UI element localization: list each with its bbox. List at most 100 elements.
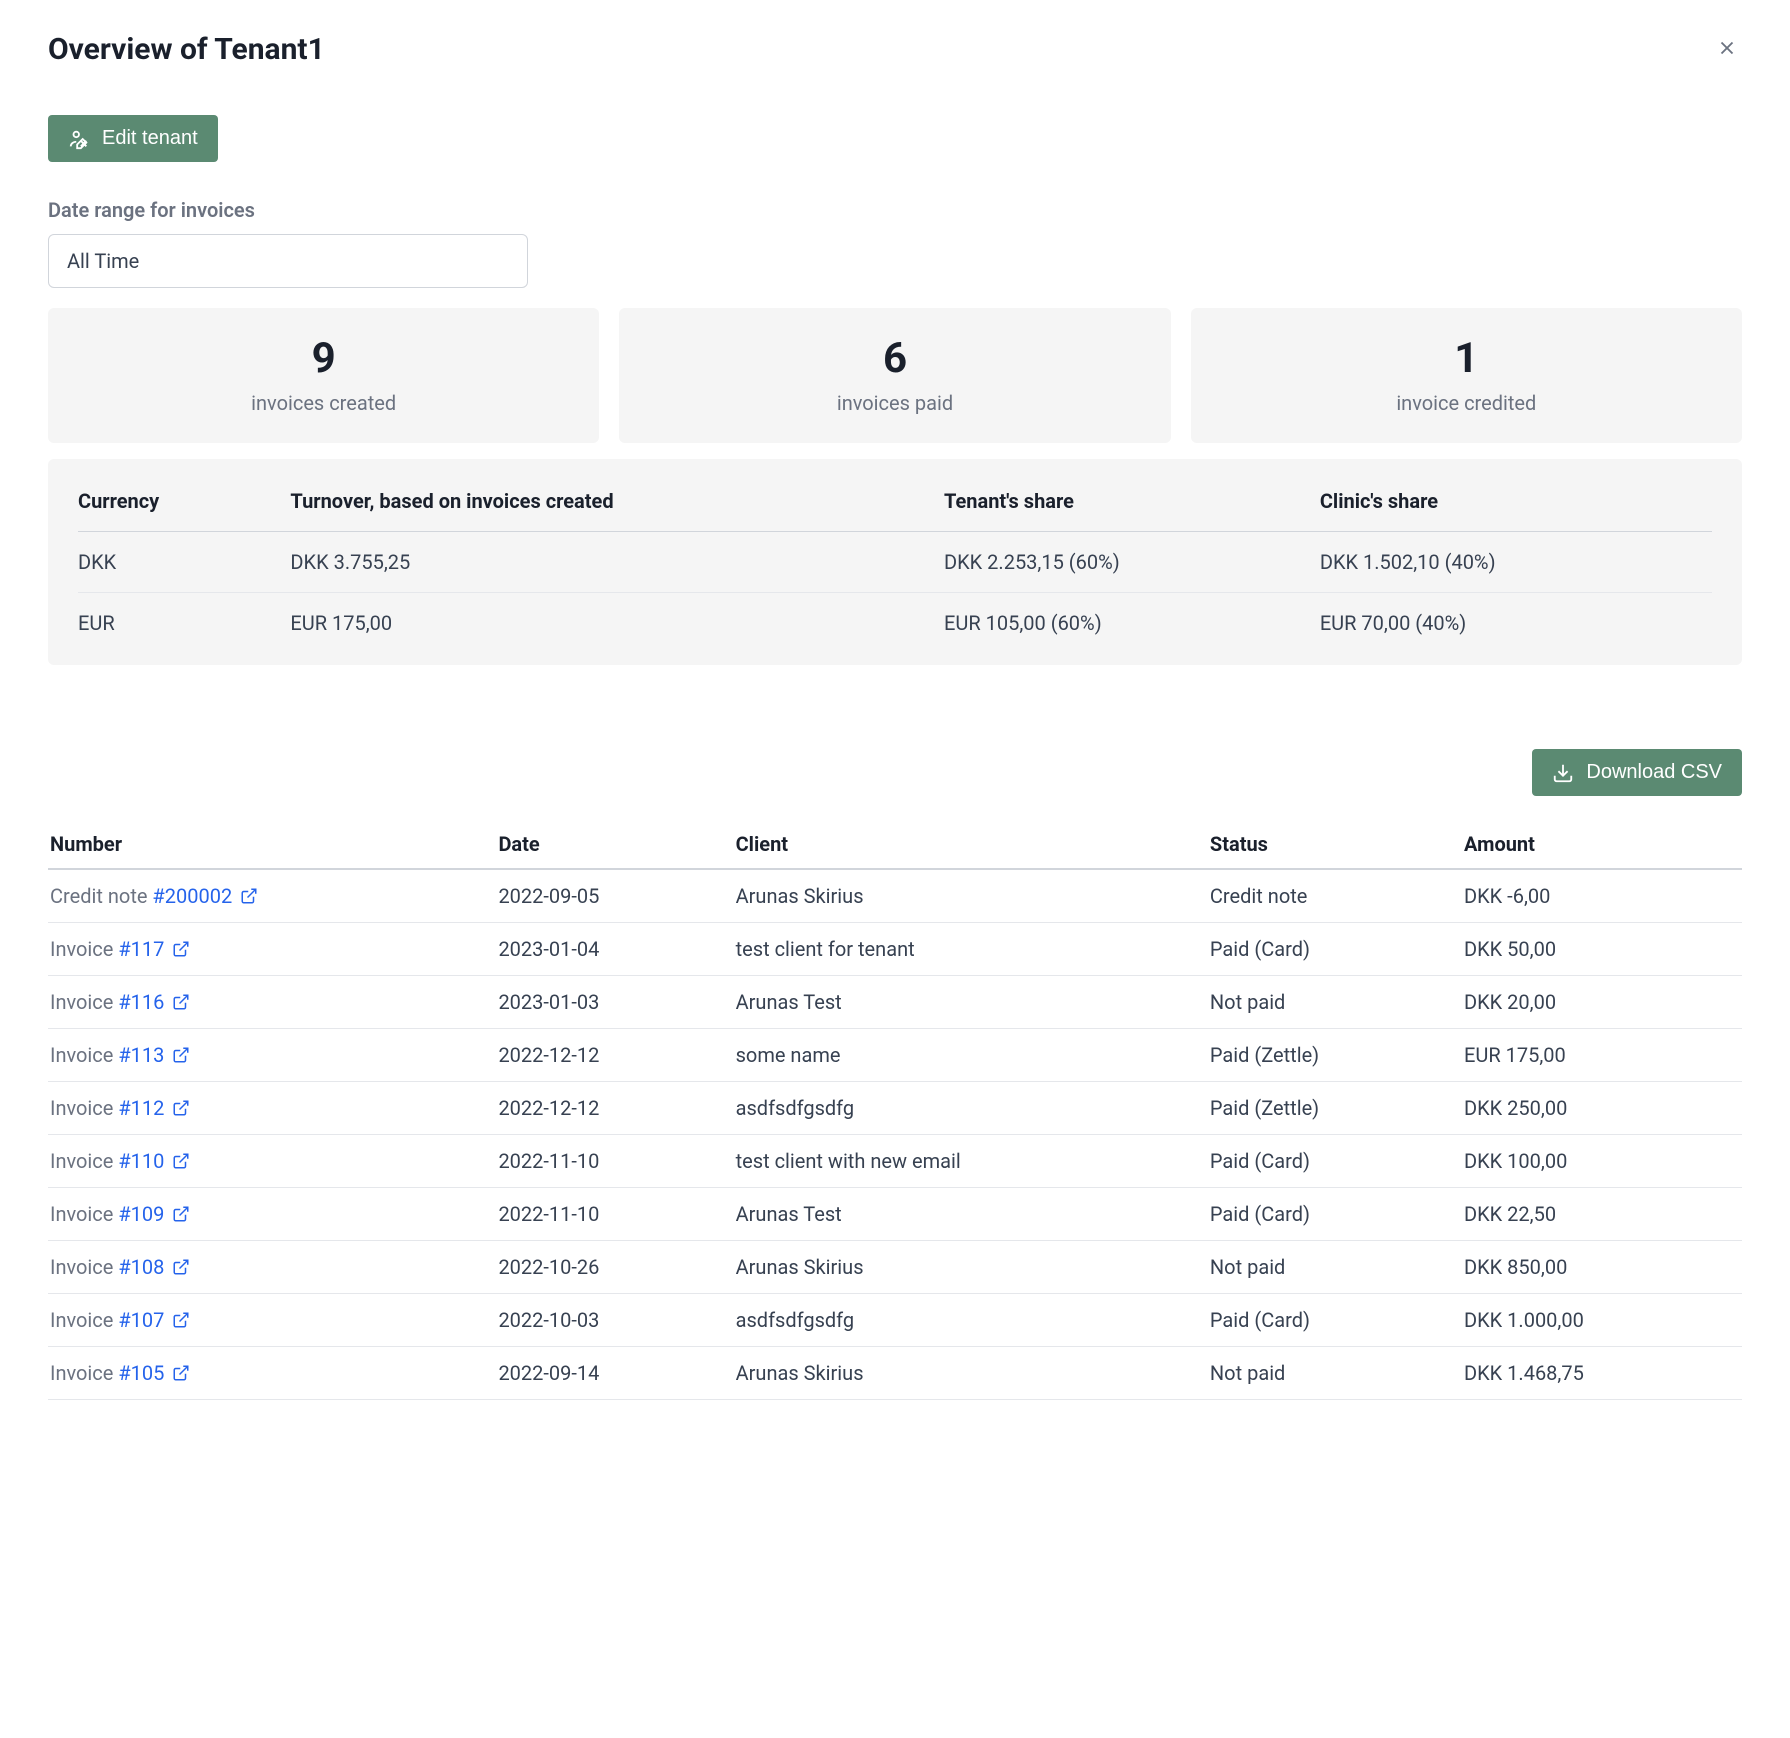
invoice-link[interactable]: #109	[118, 1202, 164, 1226]
invoice-cell-client: test client with new email	[726, 1135, 1200, 1188]
invoice-cell-client: Arunas Skirius	[726, 1347, 1200, 1400]
download-csv-label: Download CSV	[1586, 761, 1722, 784]
invoice-cell-amount: DKK -6,00	[1454, 869, 1742, 923]
summary-cell-currency: DKK	[78, 532, 290, 593]
edit-tenant-button[interactable]: Edit tenant	[48, 115, 218, 162]
invoice-cell-client: Arunas Skirius	[726, 869, 1200, 923]
invoice-table: Number Date Client Status Amount Credit …	[48, 820, 1742, 1400]
invoice-header-date: Date	[488, 820, 725, 869]
invoice-cell-number: Invoice #113	[48, 1029, 488, 1082]
summary-header-tenant-share: Tenant's share	[944, 471, 1320, 532]
invoice-link[interactable]: #112	[118, 1096, 164, 1120]
invoice-prefix: Invoice	[50, 937, 118, 961]
invoice-row: Invoice #1082022-10-26Arunas SkiriusNot …	[48, 1241, 1742, 1294]
invoice-cell-status: Not paid	[1200, 1347, 1454, 1400]
external-link-icon	[172, 1311, 190, 1329]
external-link-icon	[172, 940, 190, 958]
invoice-cell-number: Invoice #110	[48, 1135, 488, 1188]
invoice-prefix: Invoice	[50, 1255, 118, 1279]
stat-value: 9	[68, 334, 579, 383]
invoice-row: Invoice #1122022-12-12asdfsdfgsdfgPaid (…	[48, 1082, 1742, 1135]
invoice-cell-amount: EUR 175,00	[1454, 1029, 1742, 1082]
invoice-prefix: Invoice	[50, 990, 118, 1014]
stat-card: 6 invoices paid	[619, 308, 1170, 443]
invoice-link[interactable]: #105	[118, 1361, 164, 1385]
invoice-link[interactable]: #108	[118, 1255, 164, 1279]
stat-label: invoices created	[68, 391, 579, 415]
invoice-cell-client: asdfsdfgsdfg	[726, 1294, 1200, 1347]
invoice-prefix: Invoice	[50, 1149, 118, 1173]
summary-cell-clinic-share: EUR 70,00 (40%)	[1320, 593, 1712, 654]
invoice-row: Invoice #1132022-12-12some namePaid (Zet…	[48, 1029, 1742, 1082]
summary-header-clinic-share: Clinic's share	[1320, 471, 1712, 532]
external-link-icon	[240, 887, 258, 905]
invoice-header-status: Status	[1200, 820, 1454, 869]
invoice-row: Invoice #1162023-01-03Arunas TestNot pai…	[48, 976, 1742, 1029]
stat-label: invoices paid	[639, 391, 1150, 415]
invoice-cell-number: Invoice #116	[48, 976, 488, 1029]
invoice-cell-status: Credit note	[1200, 869, 1454, 923]
stat-value: 1	[1211, 334, 1722, 383]
invoice-cell-number: Invoice #108	[48, 1241, 488, 1294]
invoice-cell-date: 2022-10-03	[488, 1294, 725, 1347]
invoice-header-number: Number	[48, 820, 488, 869]
invoice-cell-status: Not paid	[1200, 1241, 1454, 1294]
close-button[interactable]	[1712, 33, 1742, 66]
invoice-cell-number: Invoice #112	[48, 1082, 488, 1135]
invoice-cell-status: Paid (Card)	[1200, 1188, 1454, 1241]
person-edit-icon	[68, 128, 90, 150]
edit-tenant-label: Edit tenant	[102, 127, 198, 150]
stat-value: 6	[639, 334, 1150, 383]
external-link-icon	[172, 1258, 190, 1276]
summary-row: DKKDKK 3.755,25DKK 2.253,15 (60%)DKK 1.5…	[78, 532, 1712, 593]
invoice-link[interactable]: #116	[118, 990, 164, 1014]
summary-cell-turnover: DKK 3.755,25	[290, 532, 944, 593]
invoice-cell-date: 2023-01-04	[488, 923, 725, 976]
invoice-cell-amount: DKK 1.468,75	[1454, 1347, 1742, 1400]
invoice-cell-client: asdfsdfgsdfg	[726, 1082, 1200, 1135]
invoice-cell-client: Arunas Test	[726, 1188, 1200, 1241]
invoice-link[interactable]: #110	[118, 1149, 164, 1173]
invoice-cell-number: Invoice #107	[48, 1294, 488, 1347]
stat-label: invoice credited	[1211, 391, 1722, 415]
invoice-link[interactable]: #107	[118, 1308, 164, 1332]
invoice-cell-date: 2022-10-26	[488, 1241, 725, 1294]
summary-table: Currency Turnover, based on invoices cre…	[48, 459, 1742, 665]
invoice-row: Credit note #2000022022-09-05Arunas Skir…	[48, 869, 1742, 923]
date-range-value: All Time	[67, 249, 139, 273]
summary-cell-clinic-share: DKK 1.502,10 (40%)	[1320, 532, 1712, 593]
date-range-label: Date range for invoices	[48, 198, 1742, 222]
invoice-cell-amount: DKK 20,00	[1454, 976, 1742, 1029]
invoice-row: Invoice #1072022-10-03asdfsdfgsdfgPaid (…	[48, 1294, 1742, 1347]
download-icon	[1552, 762, 1574, 784]
external-link-icon	[172, 1046, 190, 1064]
invoice-cell-date: 2023-01-03	[488, 976, 725, 1029]
summary-cell-turnover: EUR 175,00	[290, 593, 944, 654]
invoice-cell-number: Invoice #117	[48, 923, 488, 976]
summary-cell-currency: EUR	[78, 593, 290, 654]
download-csv-button[interactable]: Download CSV	[1532, 749, 1742, 796]
close-icon	[1716, 37, 1738, 59]
external-link-icon	[172, 1205, 190, 1223]
invoice-cell-date: 2022-12-12	[488, 1029, 725, 1082]
invoice-cell-amount: DKK 250,00	[1454, 1082, 1742, 1135]
invoice-cell-status: Paid (Card)	[1200, 1294, 1454, 1347]
invoice-row: Invoice #1172023-01-04test client for te…	[48, 923, 1742, 976]
invoice-link[interactable]: #117	[118, 937, 164, 961]
invoice-cell-date: 2022-11-10	[488, 1135, 725, 1188]
invoice-prefix: Invoice	[50, 1096, 118, 1120]
summary-cell-tenant-share: DKK 2.253,15 (60%)	[944, 532, 1320, 593]
invoice-cell-amount: DKK 100,00	[1454, 1135, 1742, 1188]
invoice-cell-date: 2022-12-12	[488, 1082, 725, 1135]
external-link-icon	[172, 1364, 190, 1382]
invoice-cell-amount: DKK 50,00	[1454, 923, 1742, 976]
date-range-select[interactable]: All Time	[48, 234, 528, 288]
invoice-prefix: Credit note	[50, 884, 152, 908]
invoice-cell-status: Paid (Card)	[1200, 923, 1454, 976]
invoice-header-amount: Amount	[1454, 820, 1742, 869]
invoice-cell-date: 2022-11-10	[488, 1188, 725, 1241]
invoice-prefix: Invoice	[50, 1202, 118, 1226]
invoice-link[interactable]: #113	[118, 1043, 164, 1067]
external-link-icon	[172, 1152, 190, 1170]
invoice-link[interactable]: #200002	[152, 884, 232, 908]
